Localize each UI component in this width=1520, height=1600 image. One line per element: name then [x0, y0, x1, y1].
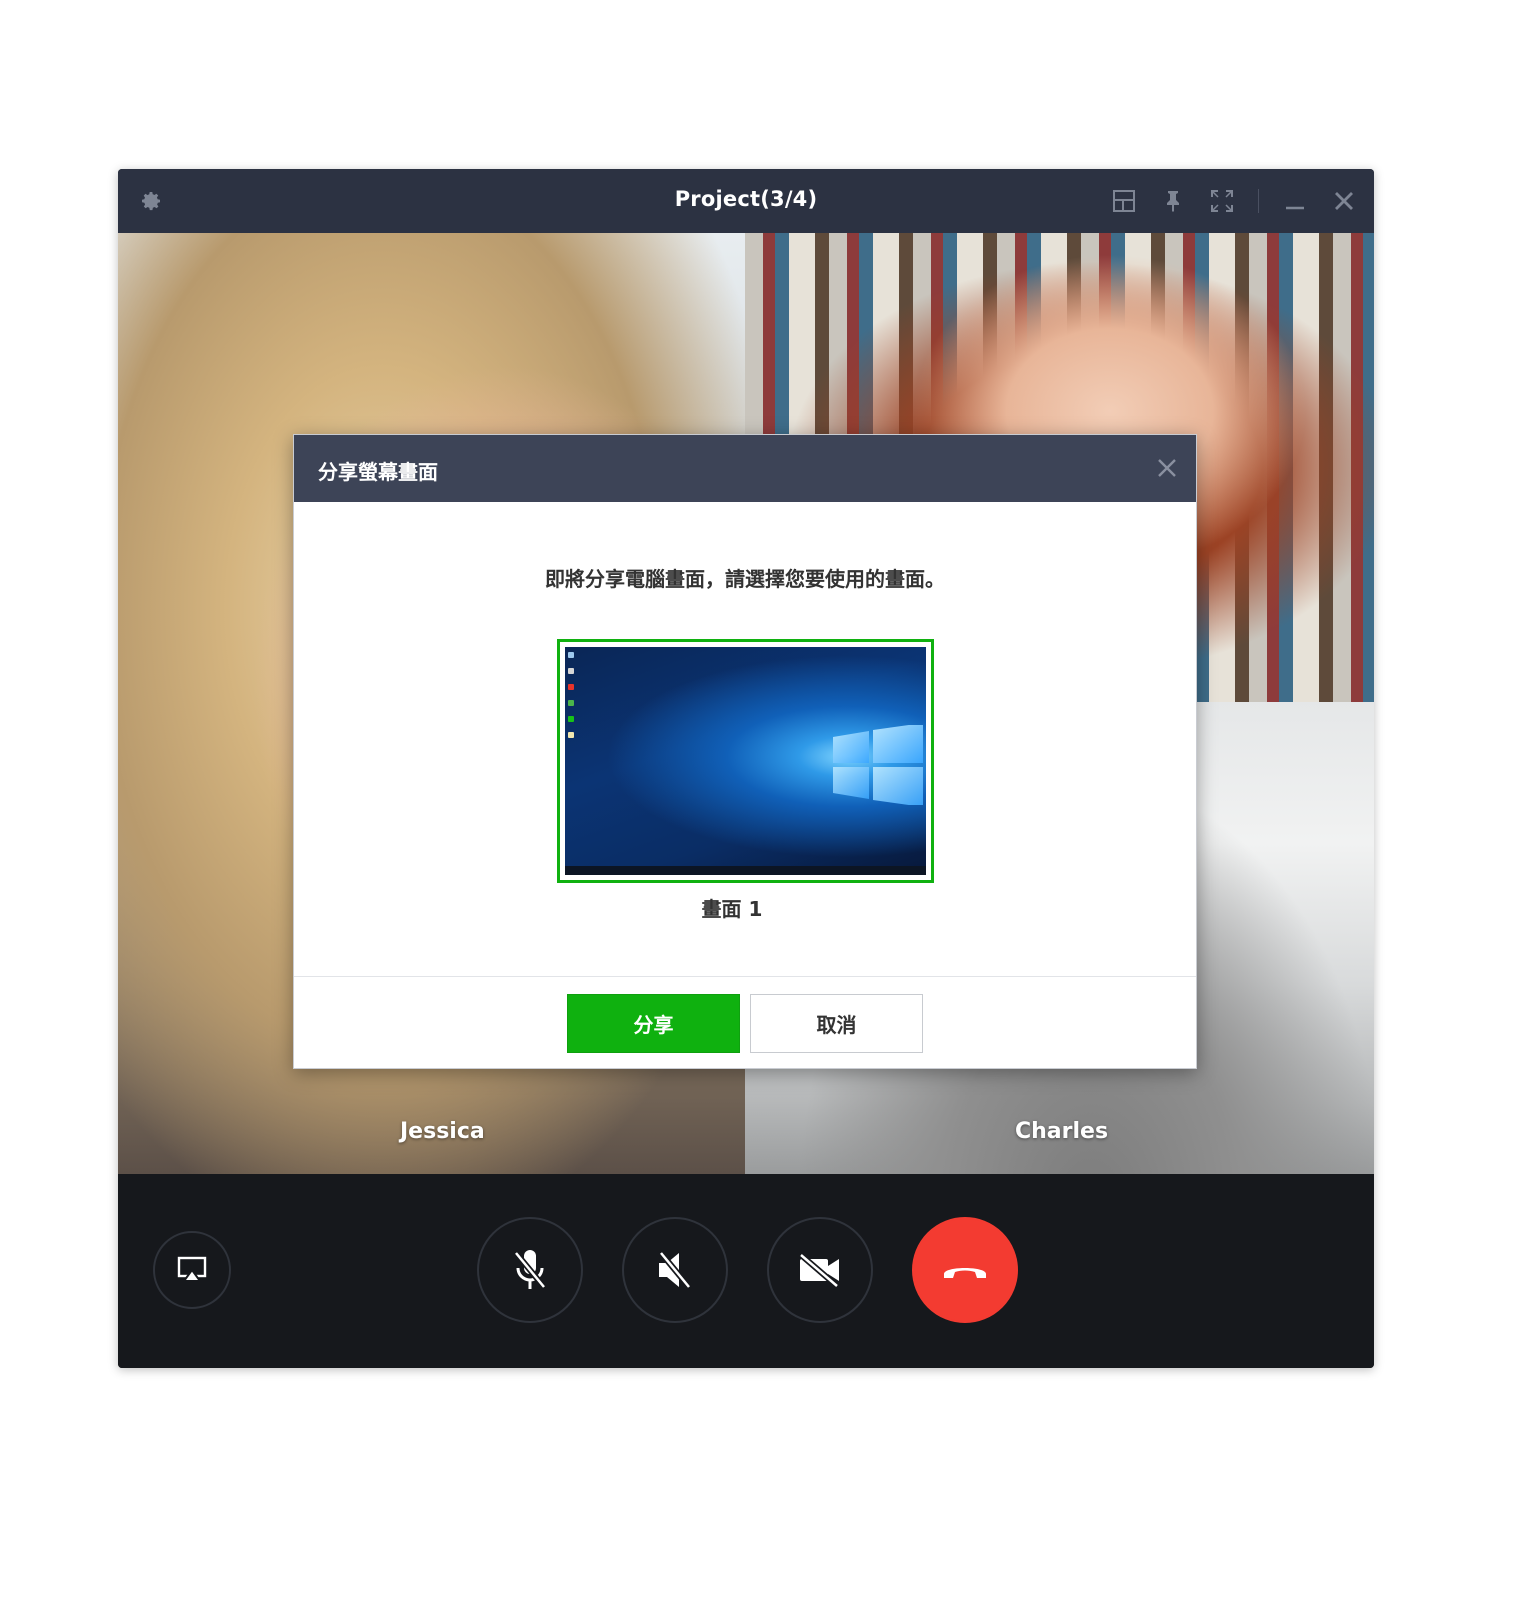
layout-icon[interactable] [1112, 189, 1136, 213]
screen-share-button[interactable] [153, 1231, 231, 1309]
window-title: Project(3/4) [674, 187, 818, 211]
dialog-close-icon[interactable] [1156, 457, 1178, 479]
screen-share-icon [177, 1256, 207, 1282]
mic-muted-icon [513, 1250, 547, 1289]
share-screen-dialog: 分享螢幕畫面 即將分享電腦畫面，請選擇您要使用的畫面。 畫面 1 分享 取消 [293, 434, 1197, 1069]
dialog-header: 分享螢幕畫面 [294, 435, 1196, 502]
dialog-title: 分享螢幕畫面 [318, 460, 438, 484]
mute-speaker-button[interactable] [622, 1217, 728, 1323]
end-call-icon [944, 1268, 986, 1278]
dialog-message: 即將分享電腦畫面，請選擇您要使用的畫面。 [545, 567, 945, 591]
pin-icon[interactable] [1161, 189, 1185, 213]
desktop-preview [565, 647, 926, 875]
screen-thumbnail[interactable] [557, 639, 934, 883]
screen-label: 畫面 1 [701, 897, 763, 921]
participant-name: Jessica [400, 1119, 485, 1144]
title-bar: Project(3/4) [118, 169, 1374, 233]
desktop-icons [568, 652, 576, 748]
cancel-button[interactable]: 取消 [750, 994, 923, 1053]
close-icon[interactable] [1332, 189, 1356, 213]
dialog-divider [294, 976, 1196, 977]
video-off-icon [799, 1252, 839, 1288]
titlebar-separator [1258, 189, 1259, 213]
windows-logo-icon [833, 725, 923, 805]
fullscreen-icon[interactable] [1210, 189, 1234, 213]
share-button[interactable]: 分享 [567, 994, 740, 1053]
video-toggle-button[interactable] [767, 1217, 873, 1323]
taskbar [565, 866, 926, 875]
minimize-icon[interactable] [1283, 189, 1307, 213]
participant-name: Charles [1015, 1119, 1109, 1144]
speaker-muted-icon [658, 1251, 692, 1289]
end-call-button[interactable] [912, 1217, 1018, 1323]
call-controls [118, 1174, 1374, 1368]
mute-mic-button[interactable] [477, 1217, 583, 1323]
